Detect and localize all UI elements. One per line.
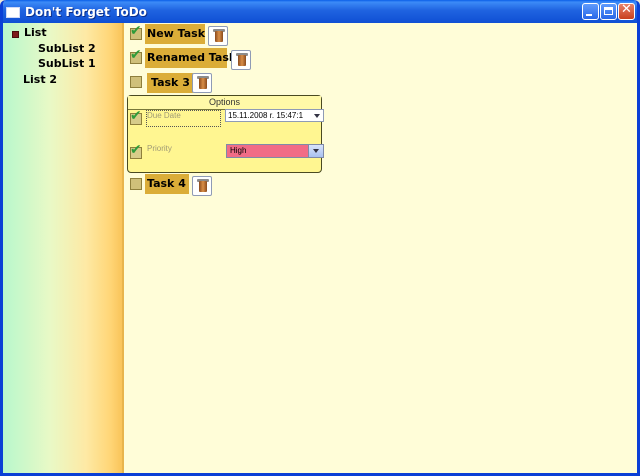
app-icon xyxy=(6,7,20,18)
task-label[interactable]: New Task xyxy=(145,24,205,44)
tree-item-sublist-2[interactable]: SubList 2 xyxy=(38,42,96,55)
checkmark-icon: ✔ xyxy=(130,108,142,124)
window-title: Don't Forget ToDo xyxy=(25,5,147,19)
tree-item-sublist-1[interactable]: SubList 1 xyxy=(38,57,96,70)
checkmark-icon: ✔ xyxy=(130,142,142,158)
due-date-value: 15.11.2008 r. 15:47:1 xyxy=(228,111,304,120)
priority-checkbox[interactable]: ✔ xyxy=(130,143,142,159)
chevron-down-icon[interactable] xyxy=(312,111,322,120)
tree-item-label: List xyxy=(24,26,47,39)
chevron-down-icon[interactable] xyxy=(308,145,323,157)
options-header: Options xyxy=(128,96,321,110)
priority-dropdown[interactable]: High xyxy=(226,144,324,158)
task-label[interactable]: Task 3 xyxy=(147,73,193,93)
task-list-panel: ✔ New Task ✔ Renamed Task Task 3 Options… xyxy=(124,23,637,473)
maximize-icon xyxy=(604,7,613,15)
delete-task-button[interactable] xyxy=(192,176,212,196)
checkmark-icon: ✔ xyxy=(130,23,142,39)
tree-item-label: SubList 2 xyxy=(38,42,96,55)
close-icon: ✕ xyxy=(621,2,632,17)
task-checkbox[interactable]: ✔ xyxy=(130,24,142,40)
options-title: Options xyxy=(208,97,241,107)
task-checkbox[interactable] xyxy=(130,76,142,88)
task-checkbox[interactable] xyxy=(130,178,142,190)
due-date-label: Due Date xyxy=(147,111,181,120)
close-button[interactable]: ✕ xyxy=(618,2,635,20)
delete-task-button[interactable] xyxy=(192,73,212,93)
task-checkbox[interactable]: ✔ xyxy=(130,48,142,64)
task-options-panel: Options ✔ Due Date 15.11.2008 r. 15:47:1… xyxy=(127,95,324,173)
maximize-button[interactable] xyxy=(600,3,617,20)
due-date-picker[interactable]: 15.11.2008 r. 15:47:1 xyxy=(225,109,324,122)
delete-task-button[interactable] xyxy=(231,50,251,70)
minimize-icon xyxy=(586,14,592,16)
tree-item-label: List 2 xyxy=(23,73,58,86)
delete-task-button[interactable] xyxy=(208,26,228,46)
list-tree-panel: List SubList 2 SubList 1 List 2 xyxy=(3,23,124,473)
tree-item-list[interactable]: List xyxy=(7,26,117,42)
tree-item-list-2[interactable]: List 2 xyxy=(23,73,57,86)
priority-value: High xyxy=(230,146,247,155)
minimize-button[interactable] xyxy=(582,3,599,20)
tree-item-label: SubList 1 xyxy=(38,57,96,70)
app-window: Don't Forget ToDo ✕ List SubList 2 SubLi… xyxy=(0,0,640,476)
task-label[interactable]: Renamed Task xyxy=(145,48,236,68)
priority-label: Priority xyxy=(147,144,172,153)
tree-expander-icon[interactable] xyxy=(12,31,19,38)
due-date-checkbox[interactable]: ✔ xyxy=(130,109,142,125)
task-label[interactable]: Task 4 xyxy=(145,174,189,194)
checkmark-icon: ✔ xyxy=(130,47,142,63)
